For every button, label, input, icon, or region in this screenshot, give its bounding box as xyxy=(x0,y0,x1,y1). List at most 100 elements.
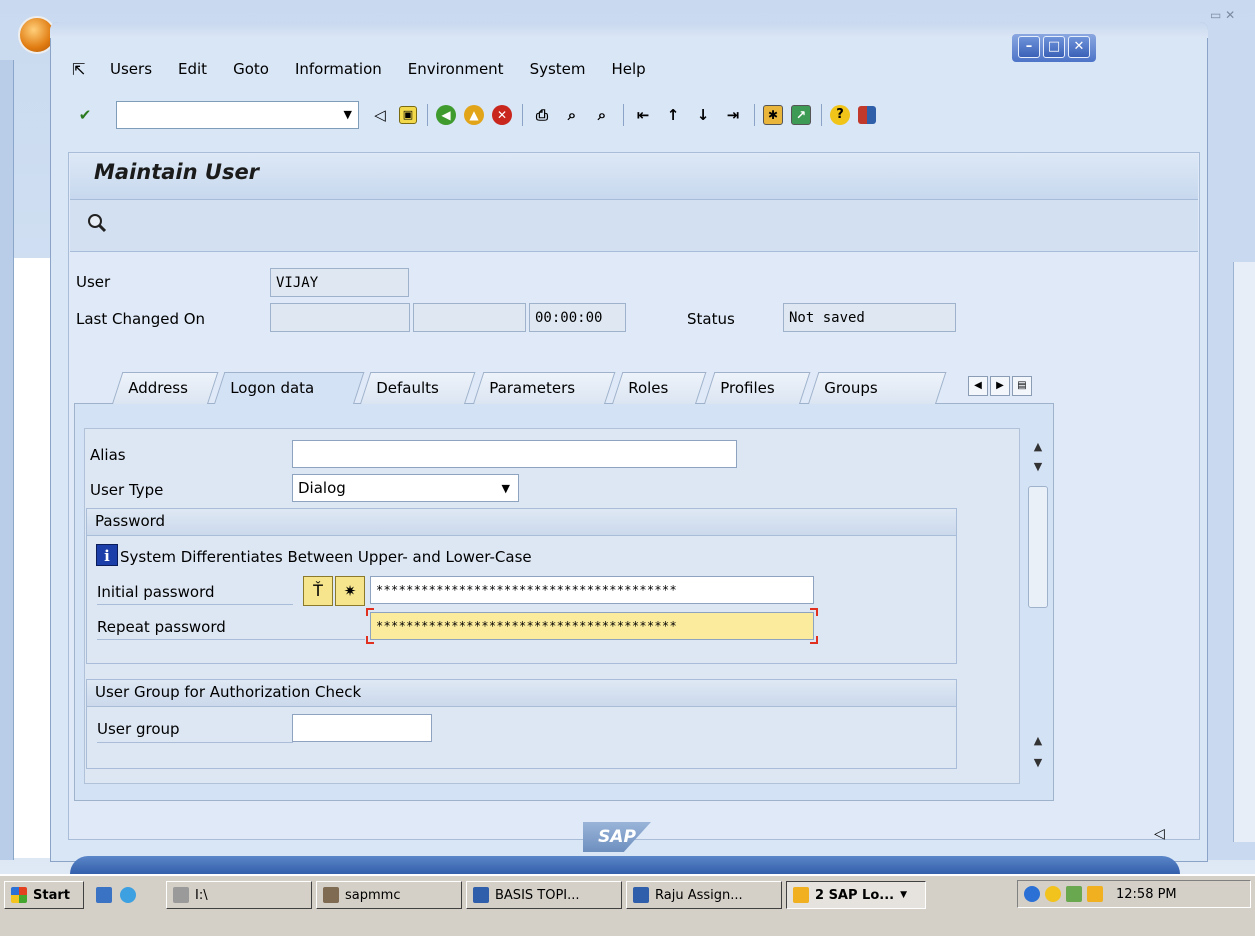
taskbar-word-basis[interactable]: BASIS TOPI... xyxy=(466,881,622,909)
tab-groups[interactable]: Groups xyxy=(808,372,947,404)
initial-password-input[interactable]: **************************************** xyxy=(370,576,814,604)
help-tray-icon[interactable] xyxy=(1024,886,1040,902)
find-icon[interactable]: ⌕ xyxy=(561,104,583,126)
user-type-select[interactable]: Dialog ▼ xyxy=(292,474,519,502)
sap-logon-icon xyxy=(793,887,809,903)
status-field: Not saved xyxy=(783,303,956,332)
taskbar-sapmmc[interactable]: sapmmc xyxy=(316,881,462,909)
console-icon xyxy=(323,887,339,903)
help-icon[interactable]: ? xyxy=(830,105,850,125)
tab-defaults[interactable]: Defaults xyxy=(360,372,476,404)
minimize-button[interactable]: – xyxy=(1018,36,1040,58)
display-change-icon[interactable] xyxy=(86,212,110,236)
page-title: Maintain User xyxy=(94,160,260,184)
close-button[interactable]: ✕ xyxy=(1068,36,1090,58)
print-icon[interactable]: ⎙ xyxy=(531,104,553,126)
chevron-down-icon[interactable]: ▼ xyxy=(344,108,352,121)
user-group-input[interactable] xyxy=(292,714,432,742)
tab-parameters[interactable]: Parameters xyxy=(473,372,616,404)
previous-page-icon[interactable]: ↑ xyxy=(662,104,684,126)
taskbar-drive[interactable]: I:\ xyxy=(166,881,312,909)
menu-environment[interactable]: Environment xyxy=(408,60,504,78)
user-field[interactable]: VIJAY xyxy=(270,268,409,297)
toolbar-separator xyxy=(522,104,523,126)
system-tray: 12:58 PM xyxy=(1017,880,1251,908)
sap-tray-icon[interactable] xyxy=(1087,886,1103,902)
network-icon[interactable] xyxy=(1066,886,1082,902)
tab-label: Parameters xyxy=(489,379,576,397)
enter-icon[interactable]: ✔ xyxy=(74,104,96,126)
menu-information[interactable]: Information xyxy=(295,60,382,78)
start-label: Start xyxy=(33,887,70,903)
back-icon[interactable]: ◀ xyxy=(436,105,456,125)
windows-logo-icon xyxy=(11,887,27,903)
clock[interactable]: 12:58 PM xyxy=(1116,887,1177,902)
cancel-icon[interactable]: ✕ xyxy=(492,105,512,125)
command-field[interactable]: ▼ xyxy=(116,101,359,129)
tab-scroll-left-icon[interactable]: ◀ xyxy=(968,376,988,396)
find-next-icon[interactable]: ⌕ xyxy=(591,104,613,126)
quicklaunch-browser-icon[interactable] xyxy=(120,887,136,903)
shield-icon[interactable] xyxy=(1045,886,1061,902)
alias-input[interactable] xyxy=(292,440,737,468)
menu-help[interactable]: Help xyxy=(612,60,646,78)
word-icon xyxy=(473,887,489,903)
save-icon[interactable]: ▣ xyxy=(399,106,417,124)
generate-password-icon[interactable]: ✷ xyxy=(335,576,365,606)
scroll-thumb[interactable] xyxy=(1028,486,1048,608)
new-session-icon[interactable]: ✱ xyxy=(763,105,783,125)
scroll-up-icon[interactable]: ▲ xyxy=(1026,734,1050,754)
background-word-scrollbar[interactable] xyxy=(1233,262,1255,842)
password-tool-icon[interactable]: Ť xyxy=(303,576,333,606)
chevron-down-icon[interactable]: ▼ xyxy=(502,479,510,499)
repeat-password-input[interactable]: **************************************** xyxy=(370,612,814,640)
taskbar-item-label: 2 SAP Lo... xyxy=(815,887,895,903)
customize-layout-icon[interactable] xyxy=(858,106,876,124)
taskbar-item-label: Raju Assign... xyxy=(655,887,743,903)
info-icon: i xyxy=(96,544,118,566)
menu-exit-icon[interactable]: ⇱ xyxy=(72,60,90,79)
start-button[interactable]: Start xyxy=(4,881,84,909)
scroll-down-icon[interactable]: ▼ xyxy=(1026,460,1050,480)
scroll-up-icon[interactable]: ▲ xyxy=(1026,440,1050,460)
back-arrow-icon[interactable]: ◁ xyxy=(369,104,391,126)
user-type-value: Dialog xyxy=(298,479,346,497)
repeat-password-label: Repeat password xyxy=(97,618,226,636)
required-marker xyxy=(366,636,374,644)
taskbar-sap-logon[interactable]: 2 SAP Lo... ▼ xyxy=(786,881,926,909)
toolbar-separator xyxy=(821,104,822,126)
menu-users[interactable]: Users xyxy=(110,60,152,78)
tab-label: Profiles xyxy=(720,379,775,397)
user-label: User xyxy=(76,273,111,291)
chevron-down-icon[interactable]: ▼ xyxy=(900,890,907,900)
background-window-controls[interactable]: ▭ ✕ xyxy=(1210,8,1255,28)
status-bar-toggle-icon[interactable]: ◁ xyxy=(1154,826,1165,842)
last-changed-by-field[interactable] xyxy=(270,303,410,332)
taskbar-item-label: sapmmc xyxy=(345,887,401,903)
tab-address[interactable]: Address xyxy=(112,372,219,404)
tab-profiles[interactable]: Profiles xyxy=(704,372,811,404)
shortcut-icon[interactable]: ↗ xyxy=(791,105,811,125)
last-changed-time-field[interactable]: 00:00:00 xyxy=(529,303,626,332)
exit-icon[interactable]: ▲ xyxy=(464,105,484,125)
user-group-label: User group xyxy=(97,720,180,738)
last-changed-date-field[interactable] xyxy=(413,303,526,332)
menu-system[interactable]: System xyxy=(530,60,586,78)
menu-goto[interactable]: Goto xyxy=(233,60,269,78)
menu-edit[interactable]: Edit xyxy=(178,60,207,78)
toolbar-separator xyxy=(427,104,428,126)
initial-password-label: Initial password xyxy=(97,583,215,601)
first-page-icon[interactable]: ⇤ xyxy=(632,104,654,126)
next-page-icon[interactable]: ↓ xyxy=(692,104,714,126)
quicklaunch-desktop-icon[interactable] xyxy=(96,887,112,903)
scroll-down-icon[interactable]: ▼ xyxy=(1026,756,1050,776)
maximize-button[interactable]: □ xyxy=(1043,36,1065,58)
taskbar-word-raju[interactable]: Raju Assign... xyxy=(626,881,782,909)
tab-roles[interactable]: Roles xyxy=(612,372,707,404)
last-page-icon[interactable]: ⇥ xyxy=(722,104,744,126)
tab-logon-data[interactable]: Logon data xyxy=(214,372,365,404)
tab-scroll-right-icon[interactable]: ▶ xyxy=(990,376,1010,396)
application-toolbar xyxy=(70,200,1198,252)
tab-list-icon[interactable]: ▤ xyxy=(1012,376,1032,396)
tab-navigation: ◀ ▶ ▤ xyxy=(968,376,1032,396)
